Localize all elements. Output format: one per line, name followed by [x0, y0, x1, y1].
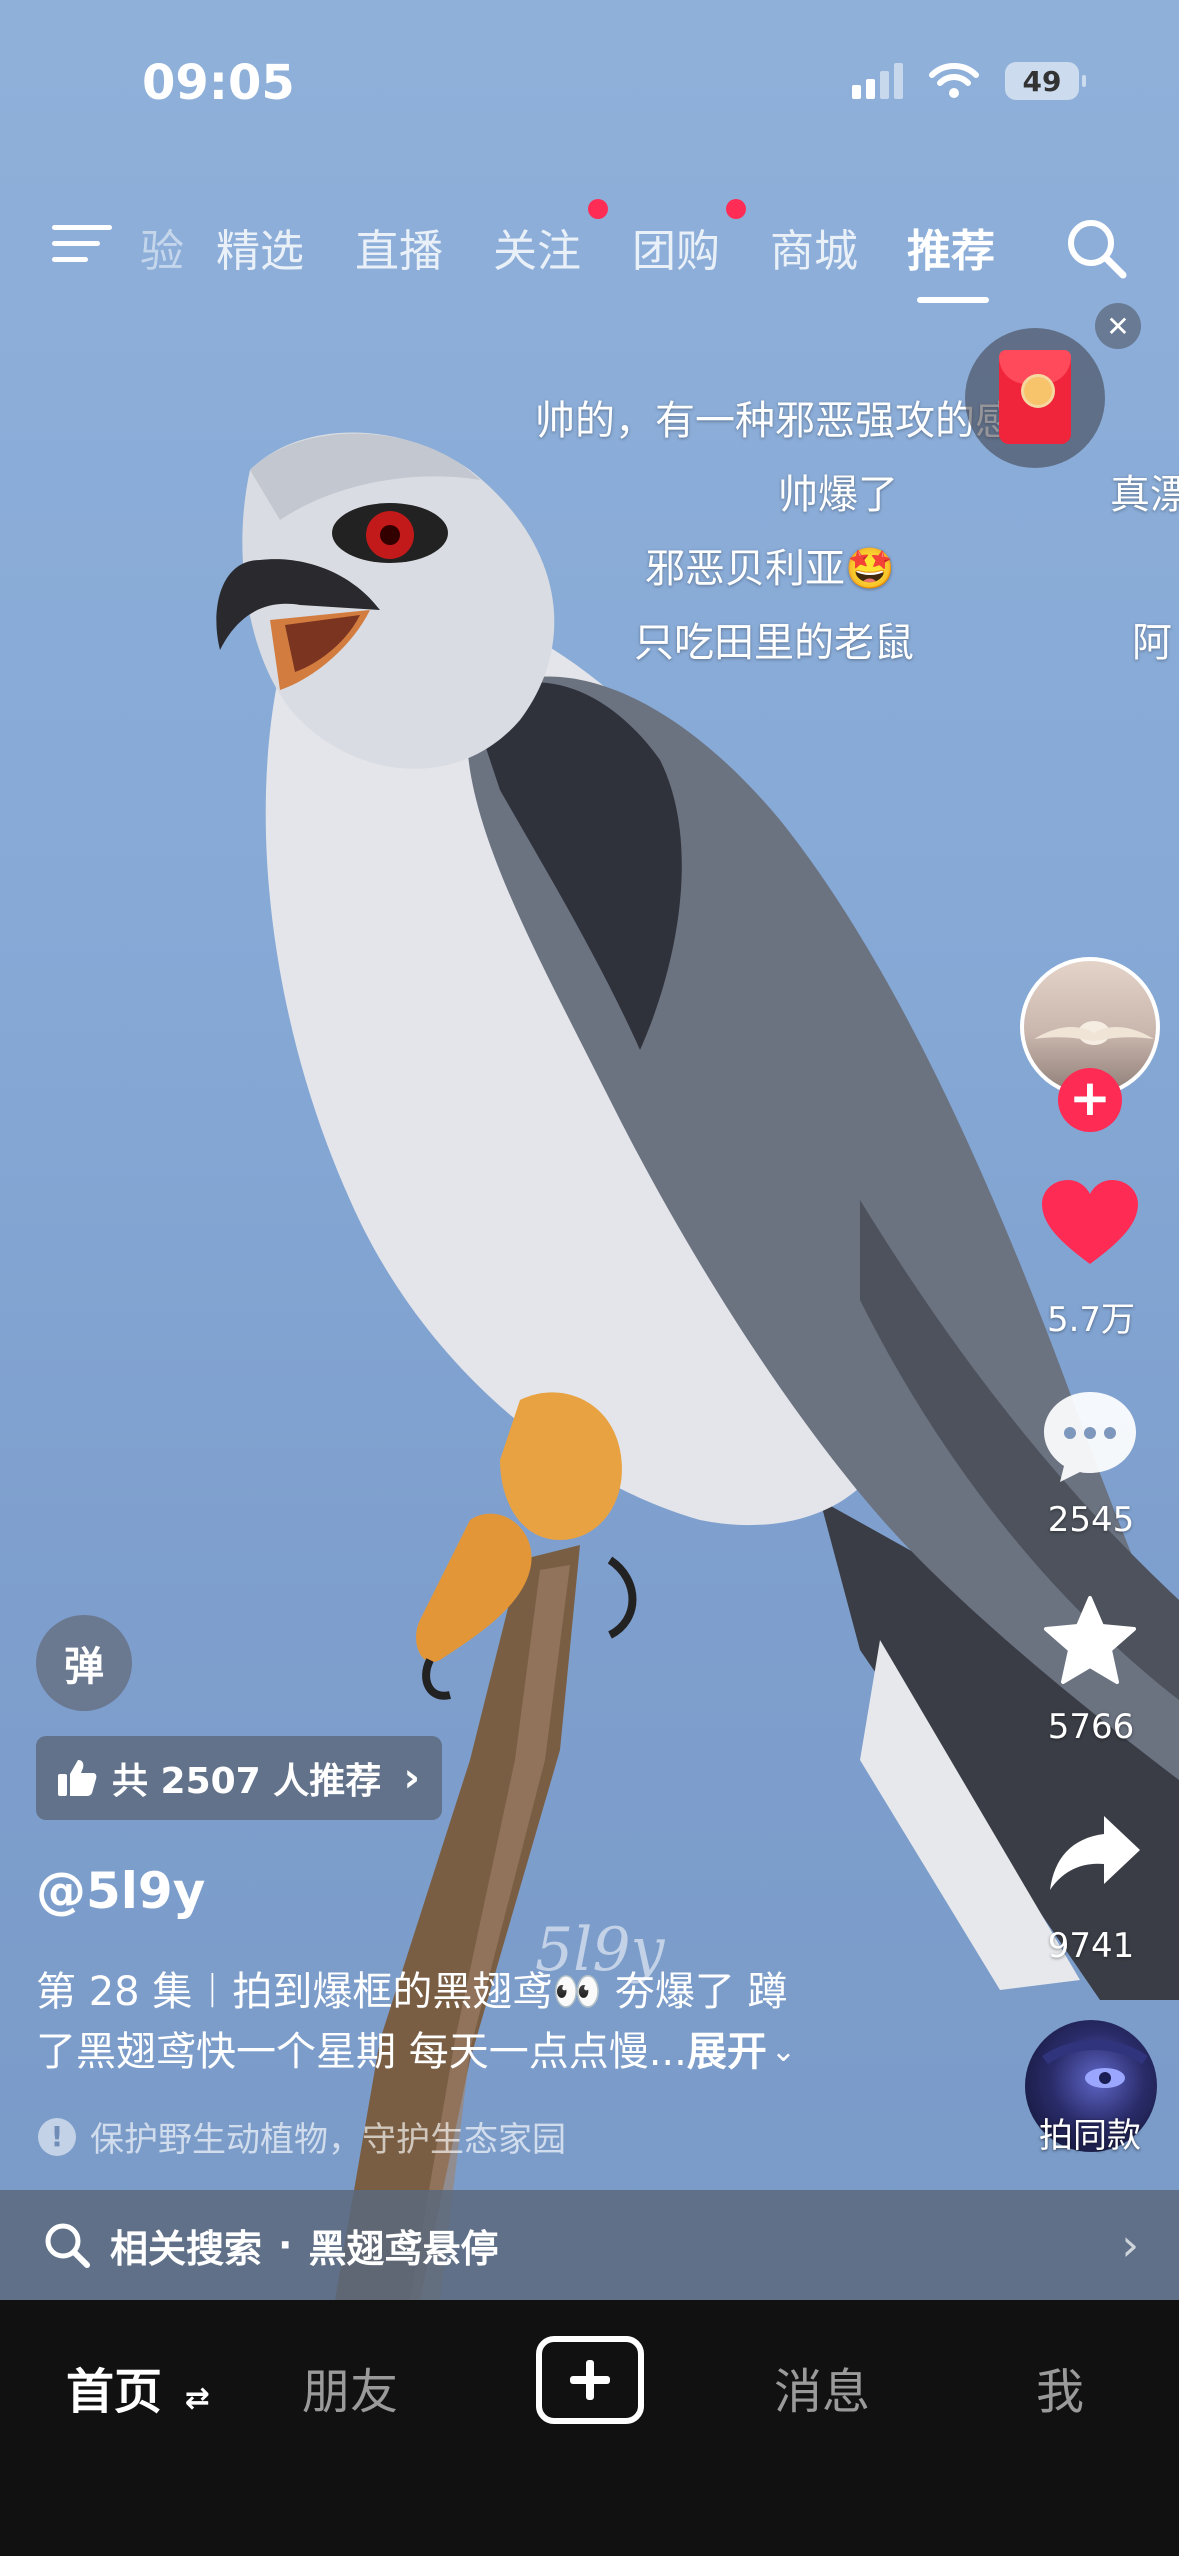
search-icon	[45, 2223, 90, 2268]
description-line-2-text: 了黑翅鸢快一个星期 每天一点点慢...	[36, 2029, 687, 2075]
danmaku-toggle-button[interactable]: 弹	[36, 1615, 132, 1711]
bottom-tab-bar: 首页 ⇄ 朋友 消息 我	[0, 2300, 1179, 2556]
chevron-down-icon: ⌄	[770, 2034, 796, 2069]
description-line-1: 第 28 集︱拍到爆框的黑翅鸢👀 夯爆了 蹲	[36, 1969, 788, 2015]
tab-home[interactable]: 首页 ⇄	[66, 2352, 210, 2422]
recommend-count-text: 共 2507 人推荐	[112, 1761, 382, 1802]
wildlife-notice: ! 保护野生动植物，守护生态家园	[38, 2112, 566, 2161]
recommend-pill[interactable]: 共 2507 人推荐 ›	[36, 1736, 442, 1820]
search-icon[interactable]	[1063, 215, 1129, 281]
same-style-label: 拍同款	[1039, 2116, 1141, 2156]
tab-following[interactable]: 关注	[493, 215, 581, 279]
author-handle[interactable]: @5l9y	[36, 1862, 205, 1920]
following-notification-dot	[588, 199, 608, 219]
thumbs-up-icon	[58, 1760, 97, 1796]
follow-button[interactable]: +	[1058, 1068, 1122, 1132]
battery-indicator: 49	[1005, 62, 1086, 100]
switch-arrows-icon: ⇄	[184, 2381, 210, 2416]
plus-icon	[570, 2360, 610, 2400]
favorite-star-icon[interactable]	[1042, 1594, 1138, 1686]
share-count: 9741	[1047, 1926, 1135, 1966]
tab-messages[interactable]: 消息	[774, 2352, 870, 2422]
tab-mall[interactable]: 商城	[770, 215, 858, 279]
related-search-prefix: 相关搜索	[110, 2226, 263, 2271]
status-icons: 49	[852, 62, 1086, 100]
like-count: 5.7万	[1046, 1300, 1136, 1340]
cellular-signal-icon	[852, 63, 903, 99]
top-nav: 验 精选 直播 关注 团购 商城 推荐	[0, 199, 1179, 303]
favorite-count: 5766	[1047, 1707, 1135, 1747]
group-buy-notification-dot	[726, 199, 746, 219]
related-search-query: 黑翅鸢悬停	[308, 2226, 499, 2271]
red-packet-icon	[999, 350, 1071, 444]
tab-jingxuan[interactable]: 精选	[216, 215, 304, 279]
video-watermark: 5l9y	[535, 1915, 665, 1985]
tab-partial[interactable]: 验	[140, 215, 184, 279]
menu-icon[interactable]	[52, 217, 112, 265]
share-arrow-icon[interactable]	[1046, 1812, 1142, 1894]
danmaku-item: 阿	[1132, 620, 1172, 666]
danmaku-item: 帅爆了	[778, 472, 898, 518]
related-search-separator: ·	[278, 2223, 293, 2267]
tab-recommend[interactable]: 推荐	[907, 215, 995, 279]
notice-text: 保护野生动植物，守护生态家园	[90, 2120, 566, 2160]
active-tab-indicator	[917, 297, 989, 303]
like-heart-icon[interactable]	[1040, 1178, 1140, 1268]
info-icon: !	[38, 2117, 76, 2156]
wifi-icon	[929, 63, 979, 98]
comment-icon[interactable]	[1040, 1388, 1140, 1484]
danmaku-item: 真漂	[1110, 472, 1179, 518]
expand-button[interactable]: 展开	[687, 2022, 767, 2082]
related-search-bar[interactable]: 相关搜索 · 黑翅鸢悬停 ›	[0, 2190, 1179, 2300]
tab-home-label: 首页	[66, 2364, 163, 2420]
tab-group-buy[interactable]: 团购	[632, 215, 720, 279]
tab-me[interactable]: 我	[1036, 2352, 1084, 2422]
status-time: 09:05	[142, 55, 295, 111]
comment-count: 2545	[1047, 1500, 1135, 1540]
chevron-right-icon: ›	[403, 1755, 420, 1801]
video-feed[interactable]: 09:05 49 验 精选 直播 关注 团购 商城 推荐 帅的，有一种邪恶强攻的…	[0, 0, 1179, 2300]
create-post-button[interactable]	[536, 2336, 644, 2424]
danmaku-item: 邪恶贝利亚🤩	[645, 546, 895, 592]
tab-live[interactable]: 直播	[355, 215, 443, 279]
danmaku-item: 只吃田里的老鼠	[634, 620, 914, 666]
red-packet-widget[interactable]	[965, 328, 1105, 468]
tab-friends[interactable]: 朋友	[302, 2352, 398, 2422]
chevron-right-icon: ›	[1121, 2219, 1139, 2271]
description-line-2: 了黑翅鸢快一个星期 每天一点点慢... 展开 ⌄	[36, 2022, 916, 2082]
close-icon[interactable]: ✕	[1095, 303, 1141, 349]
